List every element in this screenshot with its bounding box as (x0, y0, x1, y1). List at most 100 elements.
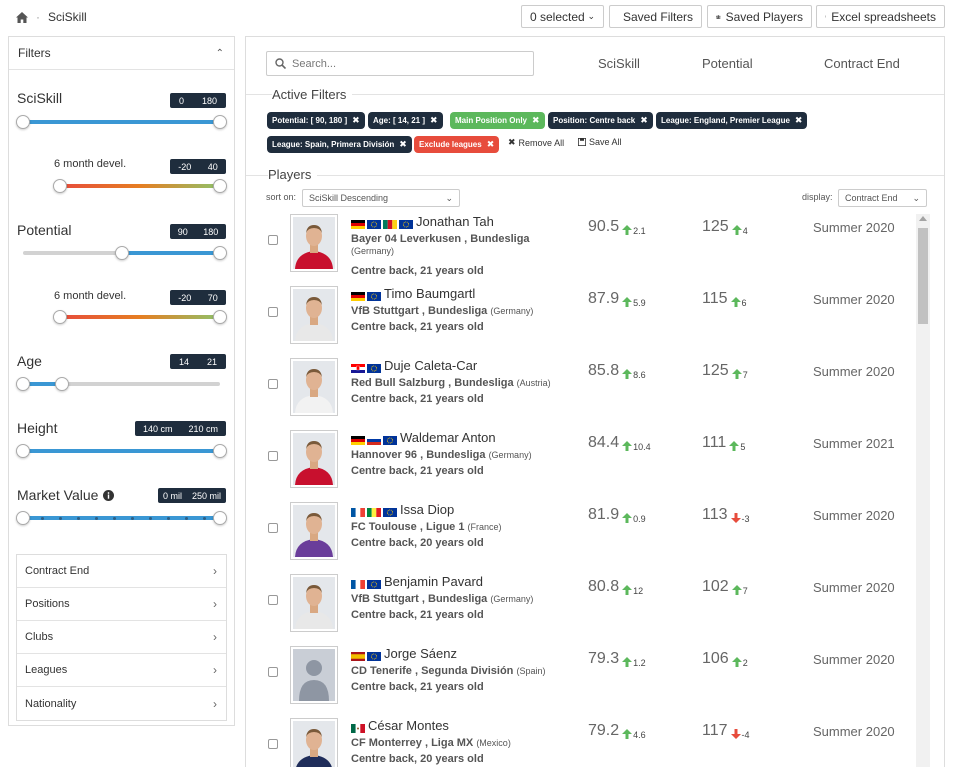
club-name[interactable]: VfB Stuttgart (351, 305, 419, 317)
active-filter-chip[interactable]: Main Position Only ✖ (450, 112, 545, 129)
close-icon[interactable]: ✖ (795, 115, 803, 126)
player-name[interactable]: César Montes (351, 718, 449, 733)
info-icon[interactable] (103, 489, 115, 501)
player-name[interactable]: Jorge Sáenz (351, 646, 457, 661)
sciskill-devel-max-handle[interactable] (213, 179, 227, 193)
player-photo[interactable] (290, 718, 338, 767)
accordion-leagues[interactable]: Leagues › (17, 654, 226, 687)
age-slider-max-handle[interactable] (55, 377, 69, 391)
active-filter-chip[interactable]: Potential: [ 90, 180 ] ✖ (267, 112, 365, 129)
accordion-positions[interactable]: Positions › (17, 588, 226, 621)
player-name[interactable]: Benjamin Pavard (351, 574, 483, 589)
player-photo[interactable] (290, 574, 338, 632)
player-name-text[interactable]: Issa Diop (400, 502, 454, 517)
saved-filters-button[interactable]: Saved Filters (609, 5, 702, 28)
league-name[interactable]: Segunda División (421, 665, 513, 677)
sciskill-devel-min-handle[interactable] (53, 179, 67, 193)
player-row[interactable]: Benjamin Pavard VfB Stuttgart , Bundeslig… (246, 574, 914, 646)
close-icon[interactable]: ✖ (532, 115, 540, 126)
close-icon[interactable]: ✖ (487, 139, 495, 150)
league-name[interactable]: Ligue 1 (426, 521, 465, 533)
player-name[interactable]: Timo Baumgartl (351, 286, 475, 301)
player-name-text[interactable]: Jorge Sáenz (384, 646, 457, 661)
club-name[interactable]: Bayer 04 Leverkusen (351, 233, 461, 245)
market-value-slider-max-handle[interactable] (213, 511, 227, 525)
potential-devel-min-handle[interactable] (53, 310, 67, 324)
height-slider-max-handle[interactable] (213, 444, 227, 458)
search-box[interactable] (266, 51, 534, 76)
select-checkbox[interactable] (268, 667, 278, 677)
close-icon[interactable]: ✖ (352, 115, 360, 126)
height-slider-track[interactable] (23, 449, 220, 453)
select-checkbox[interactable] (268, 739, 278, 749)
club-name[interactable]: CF Monterrey (351, 737, 422, 749)
league-name[interactable]: Bundesliga (454, 377, 513, 389)
player-name-text[interactable]: Waldemar Anton (400, 430, 496, 445)
player-row[interactable]: César Montes CF Monterrey , Liga MX (Mexi… (246, 718, 914, 767)
potential-devel-slider-track[interactable] (60, 315, 220, 319)
height-slider-min-handle[interactable] (16, 444, 30, 458)
player-name-text[interactable]: Timo Baumgartl (384, 286, 475, 301)
league-name[interactable]: Bundesliga (428, 305, 487, 317)
player-photo[interactable] (290, 214, 338, 272)
column-header-sciskill[interactable]: SciSkill (598, 56, 640, 71)
filters-header[interactable]: Filters ⌃ (9, 37, 234, 70)
player-photo[interactable] (290, 646, 338, 704)
select-checkbox[interactable] (268, 235, 278, 245)
player-photo[interactable] (290, 502, 338, 560)
column-header-contract-end[interactable]: Contract End (824, 56, 900, 71)
player-name[interactable]: Duje Caleta-Car (351, 358, 477, 373)
display-select[interactable]: Contract End ⌄ (838, 189, 927, 207)
selected-dropdown[interactable]: 0 selected ⌄ (521, 5, 604, 28)
player-name-text[interactable]: César Montes (368, 718, 449, 733)
active-filter-chip[interactable]: Exclude leagues ✖ (414, 136, 500, 153)
select-checkbox[interactable] (268, 523, 278, 533)
player-photo[interactable] (290, 358, 338, 416)
remove-all-button[interactable]: ✖ Remove All (508, 137, 564, 148)
accordion-nationality[interactable]: Nationality › (17, 687, 226, 720)
player-name-text[interactable]: Duje Caleta-Car (384, 358, 477, 373)
close-icon[interactable]: ✖ (430, 115, 438, 126)
active-filter-chip[interactable]: Age: [ 14, 21 ] ✖ (368, 112, 443, 129)
sciskill-devel-slider-track[interactable] (60, 184, 220, 188)
league-name[interactable]: Bundesliga (428, 593, 487, 605)
close-icon[interactable]: ✖ (399, 139, 407, 150)
player-photo[interactable] (290, 430, 338, 488)
accordion-contract-end[interactable]: Contract End › (17, 555, 226, 588)
scroll-up-arrow-icon[interactable] (919, 216, 927, 221)
select-checkbox[interactable] (268, 595, 278, 605)
excel-spreadsheets-button[interactable]: Excel spreadsheets (816, 5, 945, 28)
sciskill-slider-max-handle[interactable] (213, 115, 227, 129)
column-header-potential[interactable]: Potential (702, 56, 753, 71)
active-filter-chip[interactable]: League: England, Premier League ✖ (656, 112, 808, 129)
player-photo[interactable] (290, 286, 338, 344)
accordion-clubs[interactable]: Clubs › (17, 621, 226, 654)
club-name[interactable]: VfB Stuttgart (351, 593, 419, 605)
club-name[interactable]: FC Toulouse (351, 521, 417, 533)
player-row[interactable]: Issa Diop FC Toulouse , Ligue 1 (France) C… (246, 502, 914, 574)
market-value-slider-track[interactable] (23, 516, 220, 520)
player-list-scrollbar[interactable] (916, 214, 930, 767)
player-row[interactable]: Duje Caleta-Car Red Bull Salzburg , Bunde… (246, 358, 914, 430)
player-name-text[interactable]: Benjamin Pavard (384, 574, 483, 589)
league-name[interactable]: Bundesliga (426, 449, 485, 461)
club-name[interactable]: CD Tenerife (351, 665, 412, 677)
potential-slider-min-handle[interactable] (115, 246, 129, 260)
player-row[interactable]: Jorge Sáenz CD Tenerife , Segunda Divisió… (246, 646, 914, 718)
player-name[interactable]: Issa Diop (351, 502, 454, 517)
player-row[interactable]: Jonathan Tah Bayer 04 Leverkusen , Bundes… (246, 214, 914, 286)
search-input[interactable] (292, 57, 522, 70)
player-name[interactable]: Jonathan Tah (351, 214, 494, 229)
active-filter-chip[interactable]: League: Spain, Primera División ✖ (267, 136, 412, 153)
market-value-slider-min-handle[interactable] (16, 511, 30, 525)
close-icon[interactable]: ✖ (640, 115, 648, 126)
player-name-text[interactable]: Jonathan Tah (416, 214, 494, 229)
club-name[interactable]: Hannover 96 (351, 449, 417, 461)
save-all-button[interactable]: Save All (578, 137, 622, 147)
sciskill-slider-min-handle[interactable] (16, 115, 30, 129)
scrollbar-thumb[interactable] (918, 228, 928, 324)
player-name[interactable]: Waldemar Anton (351, 430, 496, 445)
league-name[interactable]: Bundesliga (470, 233, 529, 245)
league-name[interactable]: Liga MX (431, 737, 473, 749)
select-checkbox[interactable] (268, 379, 278, 389)
